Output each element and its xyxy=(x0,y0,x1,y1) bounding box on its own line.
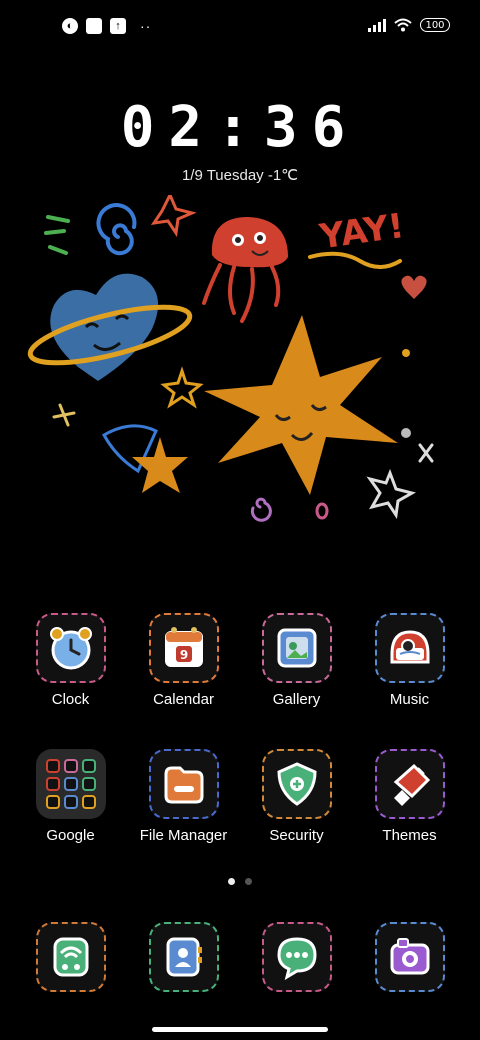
small-spiral-icon xyxy=(250,497,272,522)
battery-icon: 100 xyxy=(420,18,450,32)
app-google-folder[interactable]: Google xyxy=(14,749,127,844)
camera-icon xyxy=(374,922,445,992)
clock-icon xyxy=(35,613,106,683)
phone-icon xyxy=(35,922,106,992)
spiral-icon xyxy=(96,203,137,256)
app-label: File Manager xyxy=(139,827,228,844)
app-music[interactable]: Music xyxy=(353,613,466,708)
outline-star-icon xyxy=(150,195,197,238)
jellyfish-icon xyxy=(202,217,288,323)
upload-icon: ↑ xyxy=(110,18,126,34)
lock-date: 1/9 Tuesday -1℃ xyxy=(181,167,299,184)
plus-sparkle-icon xyxy=(52,403,76,427)
app-label: Security xyxy=(269,827,324,844)
shield-icon xyxy=(261,749,332,819)
page-dot-1[interactable] xyxy=(228,878,235,885)
home-gesture-bar[interactable] xyxy=(152,1027,328,1032)
more-notifications-indicator: ·· xyxy=(140,18,152,34)
shooting-star-icon xyxy=(101,424,188,493)
app-icon xyxy=(86,18,102,34)
folder-icon xyxy=(148,749,219,819)
music-icon xyxy=(374,613,445,683)
app-label: Gallery xyxy=(272,691,321,708)
app-themes[interactable]: Themes xyxy=(353,749,466,844)
app-contacts[interactable] xyxy=(127,922,240,992)
wavy-line-icon xyxy=(308,251,402,269)
gallery-icon xyxy=(261,613,332,683)
wallpaper-artwork: YAY! xyxy=(27,195,434,522)
app-label: Google xyxy=(46,827,95,844)
google-folder-icon xyxy=(35,749,106,819)
app-label: Clock xyxy=(51,691,90,708)
status-right-icons: 100 xyxy=(368,18,450,32)
small-ring-icon xyxy=(315,502,329,520)
svg-text:9: 9 xyxy=(179,648,187,662)
theme-icon xyxy=(374,749,445,819)
app-gallery[interactable]: Gallery xyxy=(240,613,353,708)
yellow-outline-star-icon xyxy=(160,366,204,409)
app-camera[interactable] xyxy=(353,922,466,992)
white-outline-star-icon xyxy=(366,468,416,520)
contacts-icon xyxy=(148,922,219,992)
messages-icon xyxy=(261,922,332,992)
page-dot-2[interactable] xyxy=(245,878,252,885)
app-phone[interactable] xyxy=(14,922,127,992)
app-calendar[interactable]: 9 Calendar xyxy=(127,613,240,708)
status-bar: ◐ ↑ ·· 100 xyxy=(0,0,480,56)
heart-planet-icon xyxy=(27,273,193,381)
app-clock[interactable]: Clock xyxy=(14,613,127,708)
app-label: Themes xyxy=(382,827,437,844)
wifi-icon xyxy=(394,18,412,32)
signal-icon xyxy=(368,18,386,32)
page-indicator[interactable] xyxy=(0,878,480,885)
notification-icon: ◐ xyxy=(62,18,78,34)
small-heart-icon xyxy=(401,275,427,299)
app-messages[interactable] xyxy=(240,922,353,992)
status-left-icons: ◐ ↑ ·· xyxy=(62,18,151,34)
yay-text: YAY! xyxy=(316,206,406,258)
big-star-icon xyxy=(204,315,398,495)
calendar-icon: 9 xyxy=(148,613,219,683)
sparkle-lines-icon xyxy=(44,215,70,255)
x-sparkle-icon xyxy=(418,443,434,463)
app-file-manager[interactable]: File Manager xyxy=(127,749,240,844)
app-label: Music xyxy=(389,691,430,708)
lock-time: 02:36 xyxy=(120,95,360,160)
app-label: Calendar xyxy=(153,691,214,708)
app-security[interactable]: Security xyxy=(240,749,353,844)
